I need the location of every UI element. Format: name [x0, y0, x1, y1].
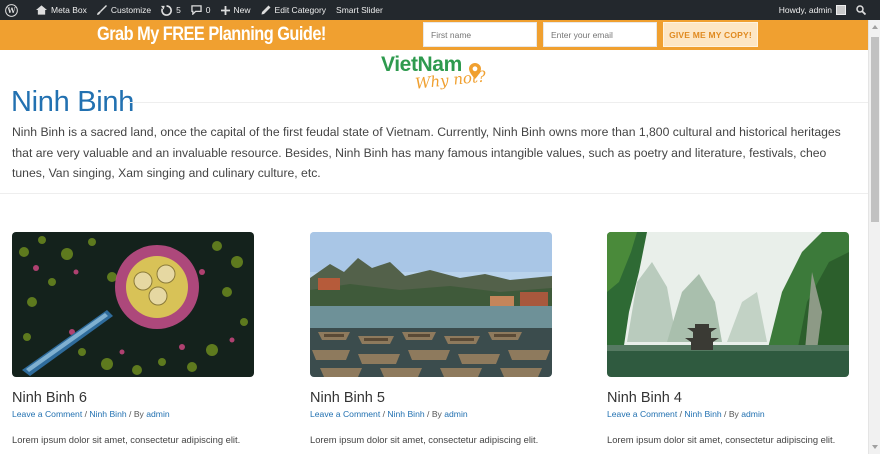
scroll-up-arrow-icon[interactable] [872, 25, 878, 29]
new-content-link[interactable]: New [216, 0, 256, 20]
post-card: Ninh Binh 5 Leave a Comment / Ninh Binh … [310, 232, 552, 448]
by-text: / By [126, 409, 147, 419]
my-account-link[interactable]: Howdy, admin [774, 0, 851, 20]
leave-comment-link[interactable]: Leave a Comment [310, 409, 380, 419]
post-excerpt: Lorem ipsum dolor sit amet, consectetur … [12, 434, 241, 445]
category-description: Ninh Binh is a sacred land, once the cap… [12, 125, 841, 180]
post-meta: Leave a Comment / Ninh Binh / By admin [607, 409, 849, 419]
smart-slider-link[interactable]: Smart Slider [331, 0, 388, 20]
post-title[interactable]: Ninh Binh 5 [310, 390, 552, 406]
customize-label: Customize [110, 5, 152, 15]
post-excerpt: Lorem ipsum dolor sit amet, consectetur … [607, 434, 836, 445]
search-icon [856, 5, 866, 15]
post-meta: Leave a Comment / Ninh Binh / By admin [310, 409, 552, 419]
edit-category-link[interactable]: Edit Category [256, 0, 332, 20]
scrollbar-thumb[interactable] [871, 37, 879, 222]
howdy-label: Howdy, admin [778, 5, 832, 15]
by-text: / By [721, 409, 742, 419]
lotus-boat-aerial-image[interactable] [12, 232, 254, 377]
title-divider [128, 102, 868, 103]
author-link[interactable]: admin [146, 409, 169, 419]
wordpress-icon: W [5, 3, 18, 17]
comment-icon [191, 5, 202, 15]
updates-icon [161, 4, 173, 16]
scroll-down-arrow-icon[interactable] [872, 445, 878, 449]
svg-text:W: W [6, 6, 16, 15]
wordpress-logo-button[interactable]: W [0, 0, 27, 20]
first-name-input[interactable] [423, 22, 537, 47]
admin-search-button[interactable] [851, 0, 880, 20]
comments-count: 0 [205, 5, 211, 15]
author-link[interactable]: admin [741, 409, 764, 419]
post-excerpt: Lorem ipsum dolor sit amet, consectetur … [310, 434, 539, 445]
category-link[interactable]: Ninh Binh [89, 409, 126, 419]
page-scrollbar[interactable] [868, 20, 880, 454]
post-title[interactable]: Ninh Binh 6 [12, 390, 254, 406]
river-boats-image[interactable] [310, 232, 552, 377]
updates-count: 5 [176, 5, 181, 15]
customize-link[interactable]: Customize [92, 0, 156, 20]
section-divider [0, 193, 868, 194]
site-logo[interactable]: VietNam Why not? [381, 53, 491, 95]
karst-pagoda-image[interactable] [607, 232, 849, 377]
pencil-icon [261, 5, 271, 15]
plus-icon [220, 5, 230, 15]
comments-link[interactable]: 0 [186, 0, 216, 20]
post-title[interactable]: Ninh Binh 4 [607, 390, 849, 406]
give-me-my-copy-button[interactable]: GIVE ME MY COPY! [663, 22, 758, 47]
site-name-link[interactable]: Meta Box [31, 0, 92, 20]
site-name-label: Meta Box [51, 5, 87, 15]
brush-icon [96, 5, 107, 15]
location-pin-icon [469, 63, 481, 79]
leave-comment-link[interactable]: Leave a Comment [12, 409, 82, 419]
optin-title: Grab My FREE Planning Guide! [97, 24, 326, 45]
updates-link[interactable]: 5 [156, 0, 186, 20]
edit-category-label: Edit Category [274, 5, 327, 15]
home-icon [36, 5, 47, 15]
category-link[interactable]: Ninh Binh [387, 409, 424, 419]
smart-slider-label: Smart Slider [336, 5, 383, 15]
admin-bar: W Meta Box Customize 5 0 New Edit Catego… [0, 0, 880, 20]
email-input[interactable] [543, 22, 657, 47]
category-link[interactable]: Ninh Binh [684, 409, 721, 419]
category-title: Ninh Binh [11, 86, 135, 118]
avatar [836, 5, 846, 15]
new-label: New [233, 5, 251, 15]
leave-comment-link[interactable]: Leave a Comment [607, 409, 677, 419]
post-card: Ninh Binh 4 Leave a Comment / Ninh Binh … [607, 232, 849, 448]
post-card: Ninh Binh 6 Leave a Comment / Ninh Binh … [12, 232, 254, 448]
author-link[interactable]: admin [444, 409, 467, 419]
optin-bar: Grab My FREE Planning Guide! GIVE ME MY … [0, 20, 880, 50]
post-meta: Leave a Comment / Ninh Binh / By admin [12, 409, 254, 419]
by-text: / By [424, 409, 445, 419]
